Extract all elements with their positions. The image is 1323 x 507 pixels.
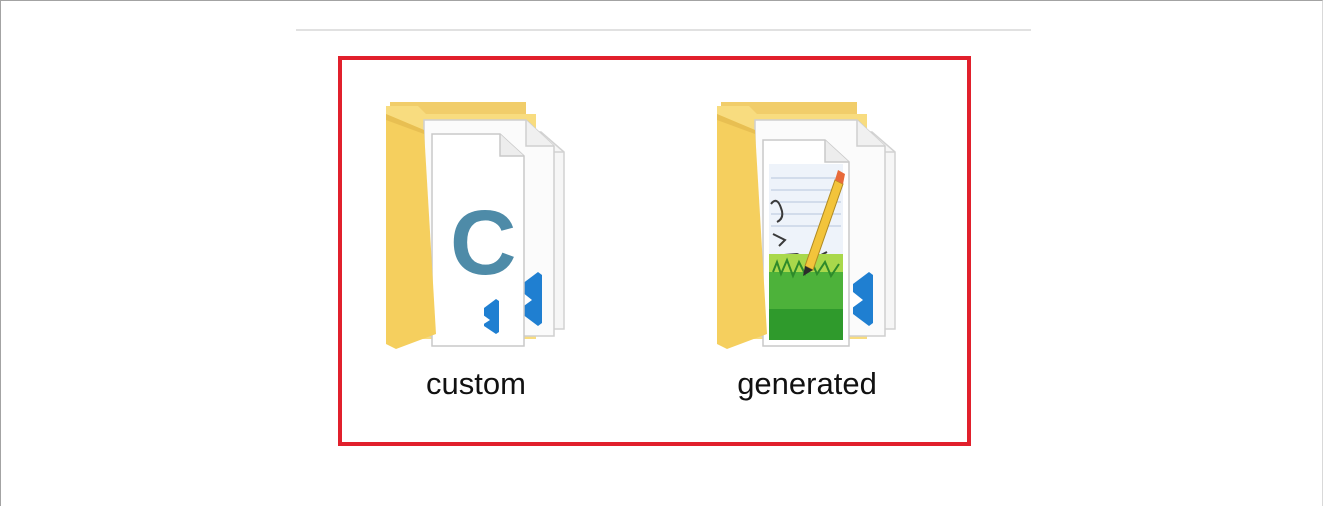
explorer-window: C custom generated <box>0 0 1323 506</box>
folder-image-vscode-icon <box>717 102 896 349</box>
folder-label: custom <box>426 366 526 401</box>
folder-csharp-vscode-icon: C <box>386 102 565 349</box>
svg-text:C: C <box>450 192 516 294</box>
folder-custom[interactable]: C custom <box>366 94 586 414</box>
folder-generated[interactable]: generated <box>697 94 917 414</box>
folder-label: generated <box>737 366 877 401</box>
separator-line <box>296 29 1031 31</box>
